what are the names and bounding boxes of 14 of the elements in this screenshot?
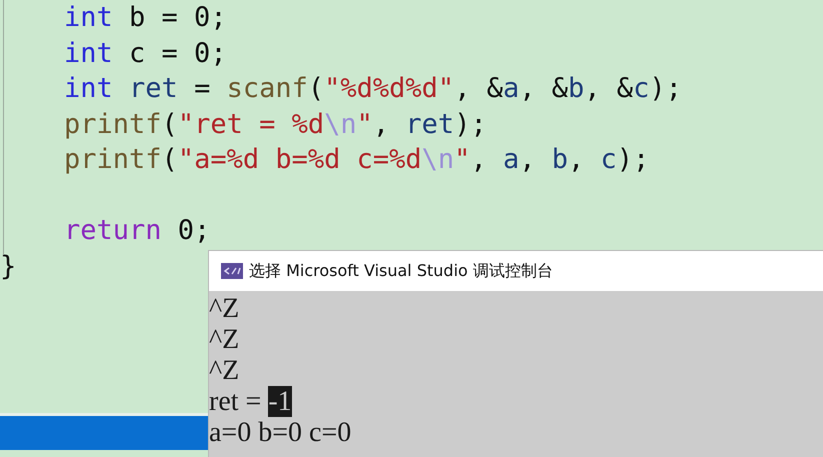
console-line: ^Z bbox=[209, 324, 240, 355]
code-line: } bbox=[0, 250, 16, 284]
console-line: ^Z bbox=[209, 293, 240, 324]
console-line: ret = -1 bbox=[209, 386, 292, 417]
code-line: printf("a=%d b=%d c=%d\n", a, b, c); bbox=[63, 143, 650, 177]
code-line: printf("ret = %d\n", ret); bbox=[63, 108, 487, 142]
code-line: int ret = scanf("%d%d%d", &a, &b, &c); bbox=[63, 72, 682, 106]
console-line: ^Z bbox=[209, 355, 240, 386]
code-line: int b = 0; bbox=[63, 1, 227, 35]
code-line: int c = 0; bbox=[63, 36, 227, 70]
code-line: return 0; bbox=[63, 214, 210, 248]
window-title: 选择 Microsoft Visual Studio 调试控制台 bbox=[249, 260, 553, 282]
console-line: a=0 b=0 c=0 bbox=[209, 417, 352, 448]
console-icon bbox=[221, 263, 243, 279]
